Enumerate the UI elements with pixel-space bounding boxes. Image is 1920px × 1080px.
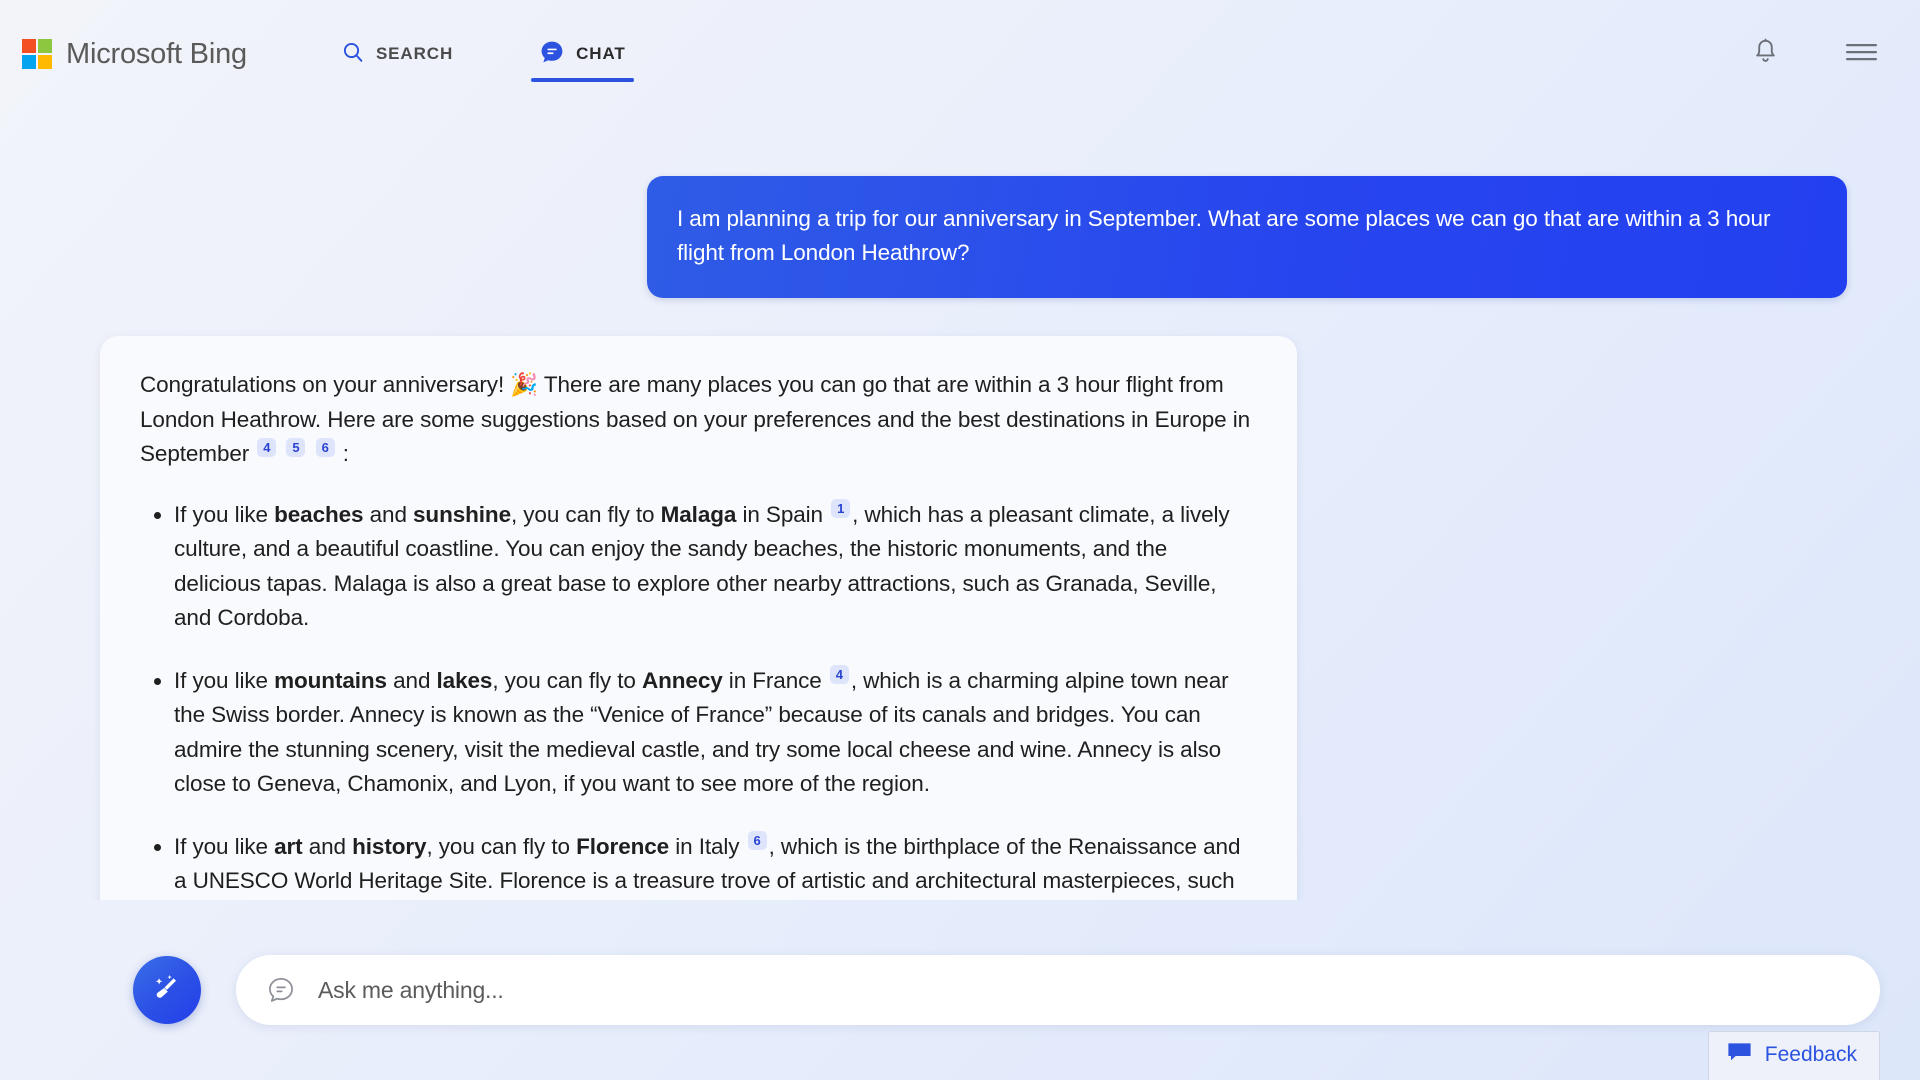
bullet-place-name: Florence (576, 833, 670, 859)
bell-icon (1751, 37, 1780, 71)
bullet-keyword-2: lakes (436, 667, 493, 693)
feedback-label: Feedback (1764, 1043, 1857, 1066)
bullet-keyword-2: sunshine (413, 501, 511, 527)
bullet-keyword-1: beaches (274, 501, 364, 527)
bullet-mid-2: , you can fly to (492, 667, 642, 693)
tab-search[interactable]: SEARCH (333, 0, 461, 108)
search-icon (341, 40, 365, 69)
bullet-mid-2: , you can fly to (510, 501, 661, 527)
chat-input-container[interactable] (236, 955, 1880, 1025)
header-nav: SEARCH CHAT (333, 0, 634, 108)
tab-search-label: SEARCH (375, 44, 454, 63)
bullet-mid-1: and (302, 833, 353, 859)
bullet-place-name: Annecy (641, 667, 723, 693)
citation-badge[interactable]: 4 (829, 664, 849, 684)
assistant-intro-text: Congratulations on your anniversary! 🎉 T… (140, 372, 1251, 466)
list-item: If you like beaches and sunshine, you ca… (174, 498, 1257, 636)
top-header: Microsoft Bing SEARCH CHAT (0, 0, 1920, 108)
header-actions (1746, 35, 1880, 73)
new-topic-button[interactable] (133, 956, 201, 1024)
citation-badge[interactable]: 6 (315, 438, 335, 457)
broom-icon (150, 971, 184, 1010)
feedback-button[interactable]: Feedback (1707, 1031, 1880, 1080)
bullet-lead-text: If you like (174, 501, 275, 527)
menu-button[interactable] (1842, 35, 1880, 73)
bullet-country: in Italy (669, 833, 740, 859)
user-message-row: I am planning a trip for our anniversary… (0, 176, 1920, 298)
assistant-message-card: Congratulations on your anniversary! 🎉 T… (100, 336, 1297, 900)
bing-brand-logo[interactable]: Microsoft Bing (22, 38, 247, 71)
search-input[interactable] (318, 976, 1850, 1004)
bullet-country: in France (722, 667, 822, 693)
bullet-lead-text: If you like (174, 667, 275, 693)
chat-bubble-outline-icon (266, 975, 296, 1005)
assistant-intro-paragraph: Congratulations on your anniversary! 🎉 T… (140, 368, 1257, 472)
user-message-bubble: I am planning a trip for our anniversary… (647, 176, 1847, 298)
notifications-button[interactable] (1746, 35, 1784, 73)
tab-chat-label: CHAT (576, 44, 626, 63)
bullet-mid-1: and (363, 501, 414, 527)
bullet-keyword-2: history (352, 833, 427, 859)
bullet-place-name: Malaga (660, 501, 737, 527)
composer-bar (0, 900, 1920, 1080)
microsoft-logo-icon (22, 39, 52, 69)
brand-name-label: Microsoft Bing (66, 37, 247, 70)
assistant-message-row: Congratulations on your anniversary! 🎉 T… (0, 336, 1920, 900)
bullet-mid-1: and (386, 667, 437, 693)
chat-scroll-area[interactable]: I am planning a trip for our anniversary… (0, 108, 1920, 900)
citation-badge[interactable]: 1 (831, 498, 851, 518)
tab-chat[interactable]: CHAT (531, 0, 634, 108)
bullet-keyword-1: art (274, 833, 303, 859)
bullet-keyword-1: mountains (274, 667, 387, 693)
bullet-country: in Spain (736, 501, 823, 527)
citation-badge[interactable]: 5 (286, 438, 306, 457)
assistant-suggestions-list: If you like beaches and sunshine, you ca… (140, 498, 1257, 901)
list-item: If you like mountains and lakes, you can… (174, 664, 1257, 802)
chat-bubble-icon (539, 39, 565, 70)
hamburger-menu-icon (1845, 40, 1878, 69)
bullet-mid-2: , you can fly to (426, 833, 577, 859)
list-item: If you like art and history, you can fly… (174, 830, 1257, 901)
citation-badge[interactable]: 6 (747, 830, 767, 850)
bullet-lead-text: If you like (174, 833, 275, 859)
citation-badge[interactable]: 4 (257, 438, 277, 457)
assistant-intro-suffix: : (342, 441, 349, 466)
feedback-bubble-icon (1727, 1042, 1752, 1068)
active-tab-indicator (531, 78, 634, 82)
